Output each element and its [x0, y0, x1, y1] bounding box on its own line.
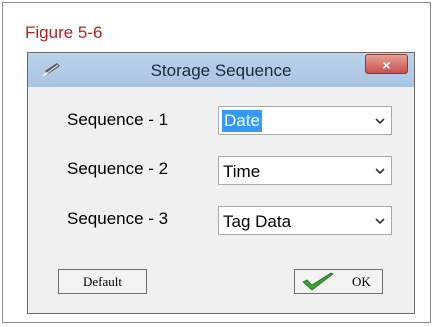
checkmark-icon — [302, 272, 334, 291]
sequence-3-select[interactable]: Tag Data — [218, 206, 392, 235]
chevron-down-icon[interactable] — [375, 216, 385, 226]
sequence-3-value: Tag Data — [223, 212, 292, 231]
ok-label: OK — [352, 274, 371, 289]
default-button[interactable]: Default — [58, 269, 147, 294]
sequence-1-value: Date — [222, 110, 262, 132]
sequence-1-label: Sequence - 1 — [67, 110, 169, 129]
ok-button[interactable]: OK — [294, 269, 383, 294]
chevron-down-icon[interactable] — [375, 116, 385, 126]
sequence-1-select[interactable]: Date — [218, 106, 392, 135]
close-icon: × — [382, 57, 391, 73]
chevron-down-icon[interactable] — [375, 166, 385, 176]
storage-sequence-dialog: Storage Sequence × Sequence - 1 Date Seq… — [27, 52, 415, 314]
title-bar[interactable]: Storage Sequence × — [28, 53, 414, 87]
sequence-2-value: Time — [223, 162, 261, 181]
sequence-2-label: Sequence - 2 — [67, 159, 169, 178]
close-button[interactable]: × — [365, 54, 408, 74]
window-title: Storage Sequence — [150, 61, 292, 80]
sequence-3-label: Sequence - 3 — [67, 209, 169, 228]
sequence-2-select[interactable]: Time — [218, 156, 392, 185]
figure-frame: Figure 5-6 Storage Sequence × Sequence -… — [2, 2, 431, 323]
figure-label: Figure 5-6 — [25, 23, 103, 42]
